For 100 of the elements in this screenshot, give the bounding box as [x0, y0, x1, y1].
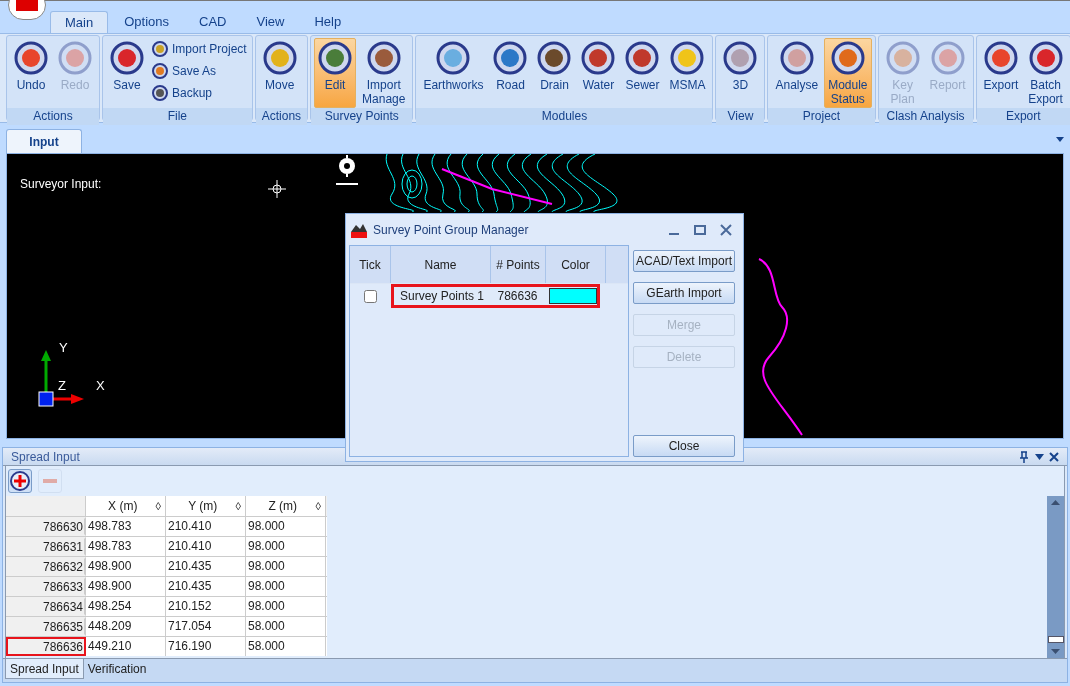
panel-tab[interactable]: Spread Input [5, 659, 84, 679]
ribbon-button[interactable]: Import Manage [358, 38, 410, 108]
table-cell: 717.054 [166, 617, 246, 636]
close-icon[interactable] [720, 223, 732, 236]
table-cell: 498.254 [86, 597, 166, 616]
ribbon-button[interactable]: Edit [314, 38, 357, 108]
dialog-button[interactable]: GEarth Import [633, 282, 735, 304]
row-id: 786635 [6, 617, 86, 636]
panel-title: Spread Input [11, 448, 81, 466]
ribbon-button[interactable]: Backup [150, 82, 249, 103]
table-cell: 58.000 [246, 637, 326, 656]
panel-tab[interactable]: Verification [83, 659, 151, 679]
emblem-icon [830, 41, 865, 75]
column-header[interactable]: Color [546, 246, 606, 283]
table-cell: 98.000 [246, 597, 326, 616]
ribbon-tab[interactable]: View [242, 11, 299, 33]
table-cell: 448.209 [86, 617, 166, 636]
table-cell: 58.000 [246, 617, 326, 636]
column-header[interactable]: # Points [491, 246, 546, 283]
dialog-title: Survey Point Group Manager [373, 221, 530, 239]
table-cell: 98.000 [246, 517, 326, 536]
scroll-thumb[interactable] [1047, 636, 1064, 643]
axis-label: Z [58, 379, 66, 392]
group-caption: Survey Points [311, 108, 413, 125]
emblem-icon [581, 41, 616, 75]
ribbon-button[interactable]: Undo [10, 38, 52, 108]
emblem-icon [318, 41, 353, 75]
ribbon-tab[interactable]: Help [300, 11, 356, 33]
ribbon-tab[interactable]: Options [110, 11, 183, 33]
table-cell: 449.210 [86, 637, 166, 656]
table-cell: 98.000 [246, 577, 326, 596]
vertical-scrollbar[interactable] [1047, 496, 1064, 658]
table-cell: 210.410 [166, 517, 246, 536]
ribbon-button[interactable]: Earthworks [419, 38, 488, 108]
dropdown-caret-icon[interactable] [1035, 453, 1044, 460]
emblem-icon [983, 41, 1018, 75]
ribbon-button[interactable]: Batch Export [1024, 38, 1067, 108]
row-id: 786636 [6, 637, 86, 656]
minus-icon [43, 479, 57, 483]
ribbon-button[interactable]: Import Project [150, 38, 249, 59]
group-caption: File [103, 108, 252, 125]
column-header[interactable]: Y (m) [170, 497, 236, 515]
ribbon-tab[interactable]: CAD [185, 11, 241, 33]
ribbon-button[interactable]: Road [489, 38, 532, 108]
ribbon-tab[interactable]: Main [50, 11, 109, 33]
document-tab[interactable]: Input [6, 129, 82, 153]
column-header[interactable]: Tick [350, 246, 391, 283]
emblem-icon [885, 41, 920, 75]
ribbon-button[interactable]: Drain [533, 38, 576, 108]
emblem-icon [537, 41, 572, 75]
column-header[interactable]: Z (m) [250, 497, 316, 515]
ribbon-button[interactable]: Analyse [771, 38, 823, 108]
maximize-icon[interactable] [694, 223, 706, 236]
column-header[interactable]: X (m) [90, 497, 156, 515]
emblem-icon [493, 41, 528, 75]
ribbon-button[interactable]: Export [979, 38, 1023, 108]
dialog-button[interactable]: Close [633, 435, 735, 457]
dialog-button[interactable]: ACAD/Text Import [633, 250, 735, 272]
ribbon-button[interactable]: Module Status [824, 38, 872, 108]
emblem-icon [723, 41, 758, 75]
ribbon-button[interactable]: Water [577, 38, 620, 108]
ribbon-button[interactable]: Move [258, 38, 301, 108]
table-cell: 210.435 [166, 557, 246, 576]
axis-label: X [96, 379, 105, 392]
row-checkbox[interactable] [364, 289, 377, 303]
emblem-icon [779, 41, 814, 75]
table-cell: 498.783 [86, 537, 166, 556]
group-caption: Actions [255, 108, 308, 125]
close-icon[interactable] [1049, 451, 1059, 462]
emblem-icon [262, 41, 297, 75]
sort-glyph[interactable]: ◊ [235, 497, 241, 515]
table-cell: 210.152 [166, 597, 246, 616]
axis-label: Y [59, 341, 68, 354]
group-caption: Modules [416, 108, 713, 125]
command-prompt: Surveyor Input: [20, 176, 102, 193]
column-header[interactable]: Name [391, 246, 491, 283]
sort-glyph[interactable]: ◊ [155, 497, 161, 515]
emblem-icon [152, 84, 168, 101]
color-swatch[interactable] [549, 288, 597, 304]
emblem-icon [670, 41, 705, 75]
pin-icon[interactable] [1019, 450, 1029, 463]
scroll-down-icon[interactable] [1051, 649, 1060, 654]
group-caption: Project [768, 108, 875, 125]
table-cell: 498.783 [86, 517, 166, 536]
crosshair-icon [268, 180, 286, 198]
scroll-up-icon[interactable] [1051, 500, 1060, 505]
ribbon-button[interactable]: Save [106, 38, 148, 108]
table-cell: 98.000 [246, 557, 326, 576]
sort-glyph[interactable]: ◊ [315, 497, 321, 515]
table-cell: 210.410 [166, 537, 246, 556]
ribbon-button[interactable]: MSMA [665, 38, 710, 108]
group-caption: Actions [7, 108, 99, 125]
add-row-button[interactable] [8, 469, 32, 493]
row-id: 786631 [6, 537, 86, 556]
ribbon-button[interactable]: Save As [150, 60, 249, 81]
emblem-icon [436, 41, 471, 75]
ribbon-button[interactable]: 3D [719, 38, 762, 108]
table-cell: 498.900 [86, 577, 166, 596]
ribbon-button[interactable]: Sewer [621, 38, 664, 108]
dropdown-caret-icon[interactable] [1056, 137, 1064, 142]
